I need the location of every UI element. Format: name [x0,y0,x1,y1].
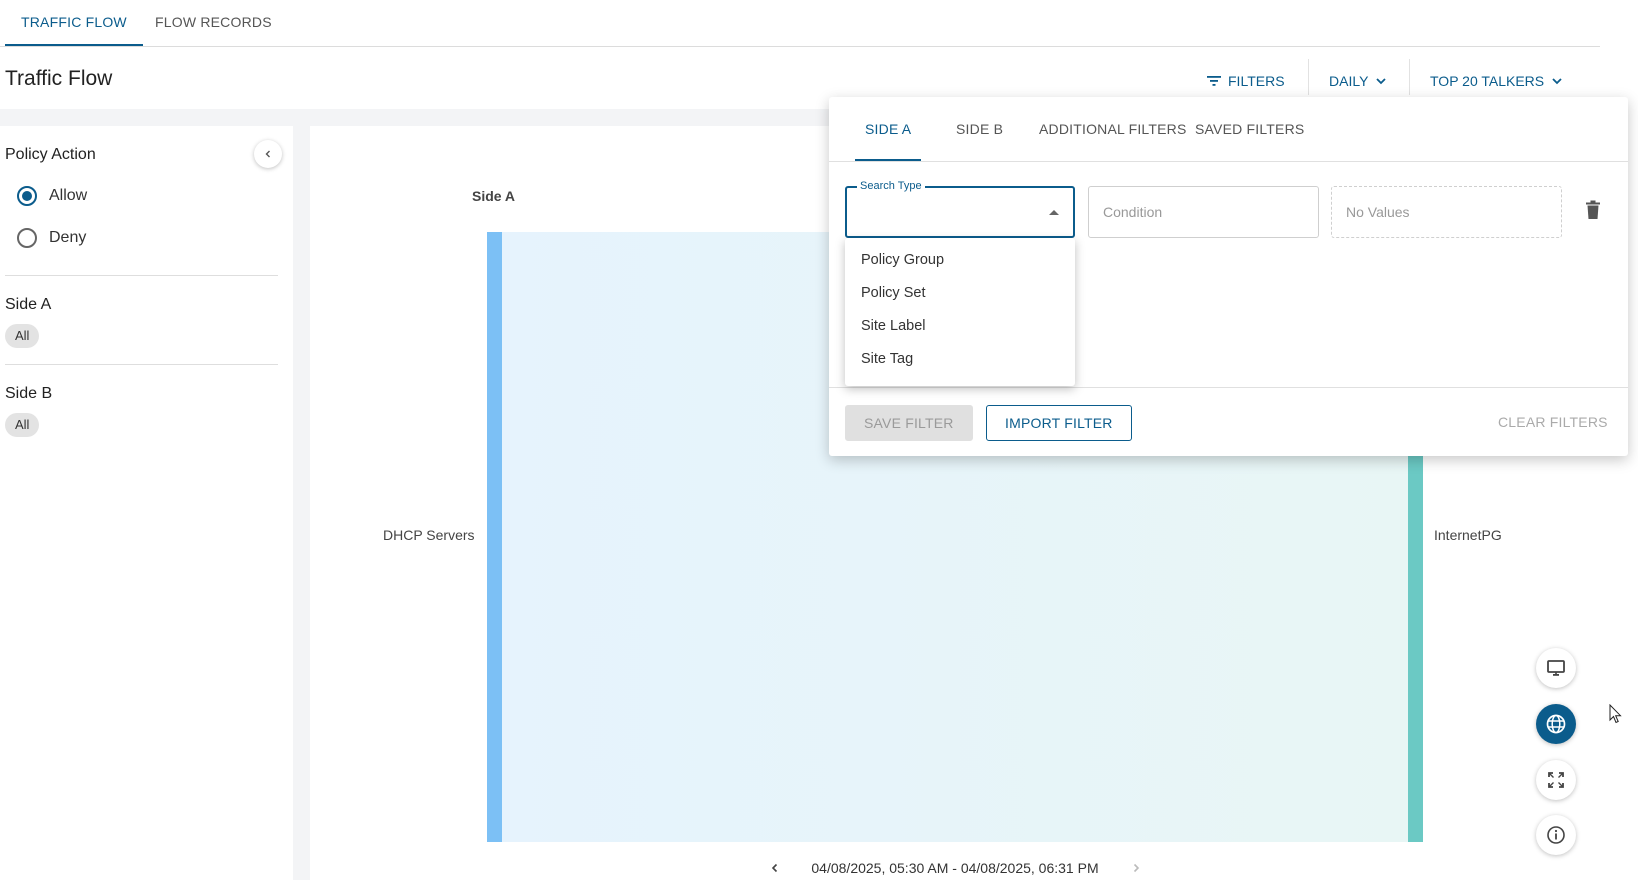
menu-item-policy-group[interactable]: Policy Group [845,244,1075,277]
menu-item-policy-set[interactable]: Policy Set [845,277,1075,310]
menu-item-site-label[interactable]: Site Label [845,310,1075,343]
header-divider [1409,59,1410,95]
condition-select[interactable]: Condition [1088,186,1319,238]
menu-item-site-tag[interactable]: Site Tag [845,343,1075,376]
prev-range-button[interactable] [770,860,780,876]
values-select[interactable]: No Values [1331,186,1562,238]
top-tab-bar: TRAFFIC FLOW FLOW RECORDS [0,0,1600,47]
side-a-column-label: Side A [472,188,516,204]
period-label: DAILY [1329,73,1369,89]
talkers-label: TOP 20 TALKERS [1430,73,1545,89]
fullscreen-icon [1548,772,1564,788]
monitor-icon [1547,660,1565,676]
caret-up-icon [1049,210,1059,215]
tab-flow-records[interactable]: FLOW RECORDS [139,0,288,46]
monitor-view-button[interactable] [1536,648,1576,688]
filters-button[interactable]: FILTERS [1206,66,1285,96]
search-type-menu: Policy Group Policy Set Site Label Site … [845,238,1075,386]
values-placeholder: No Values [1346,204,1410,220]
filter-icon [1207,76,1221,86]
talkers-select[interactable]: TOP 20 TALKERS [1430,66,1564,96]
radio-allow[interactable]: Allow [17,186,87,206]
chevron-down-icon [1376,78,1387,85]
radio-allow-label: Allow [49,187,88,204]
tab-side-a[interactable]: SIDE A [855,97,922,161]
left-filter-panel: Policy Action Allow Deny Side A All Side… [0,126,293,880]
condition-placeholder: Condition [1103,204,1163,220]
radio-deny[interactable]: Deny [17,228,86,248]
policy-action-heading: Policy Action [5,146,96,163]
header-divider [1308,59,1309,95]
chevron-left-icon [265,150,270,158]
radio-deny-control[interactable] [17,228,37,248]
page-title: Traffic Flow [5,67,113,90]
tab-saved-filters[interactable]: SAVED FILTERS [1187,97,1312,161]
mouse-cursor-icon [1609,704,1622,724]
search-type-select[interactable]: Search Type [845,180,1075,238]
node-label-left: DHCP Servers [383,527,475,543]
trash-icon [1586,200,1600,219]
popover-divider [829,387,1628,388]
globe-icon [1546,714,1566,734]
tab-additional-filters[interactable]: ADDITIONAL FILTERS [1031,97,1195,161]
node-bar-dhcp-servers[interactable] [487,232,502,842]
tab-side-b[interactable]: SIDE B [948,97,1011,161]
side-b-heading: Side B [5,385,53,402]
fullscreen-button[interactable] [1536,760,1576,800]
search-type-label: Search Type [857,180,925,192]
filters-label: FILTERS [1228,73,1285,89]
side-b-chip[interactable]: All [5,413,40,437]
panel-divider [5,275,278,276]
tab-traffic-flow[interactable]: TRAFFIC FLOW [5,0,143,46]
chevron-right-icon [1133,863,1139,873]
delete-row-button[interactable] [1585,200,1601,225]
info-icon [1547,826,1565,844]
chevron-left-icon [771,863,777,873]
info-button[interactable] [1536,815,1576,855]
node-label-right: InternetPG [1434,527,1502,543]
clear-filters-button[interactable]: CLEAR FILTERS [1498,405,1608,441]
period-select[interactable]: DAILY [1329,66,1388,96]
save-filter-button[interactable]: SAVE FILTER [845,405,973,441]
side-a-chip[interactable]: All [5,324,40,348]
collapse-panel-button[interactable] [254,140,282,168]
side-a-heading: Side A [5,296,52,313]
date-range-nav: 04/08/2025, 05:30 AM - 04/08/2025, 06:31… [310,860,1600,876]
import-filter-button[interactable]: IMPORT FILTER [986,405,1132,441]
globe-view-button[interactable] [1536,704,1576,744]
popover-tab-bar: SIDE A SIDE B ADDITIONAL FILTERS SAVED F… [829,97,1628,162]
panel-divider [5,364,278,365]
radio-deny-label: Deny [49,229,87,246]
chevron-down-icon [1552,78,1562,85]
next-range-button[interactable] [1131,860,1141,876]
radio-allow-control[interactable] [17,186,37,206]
date-range-text: 04/08/2025, 05:30 AM - 04/08/2025, 06:31… [811,860,1099,876]
